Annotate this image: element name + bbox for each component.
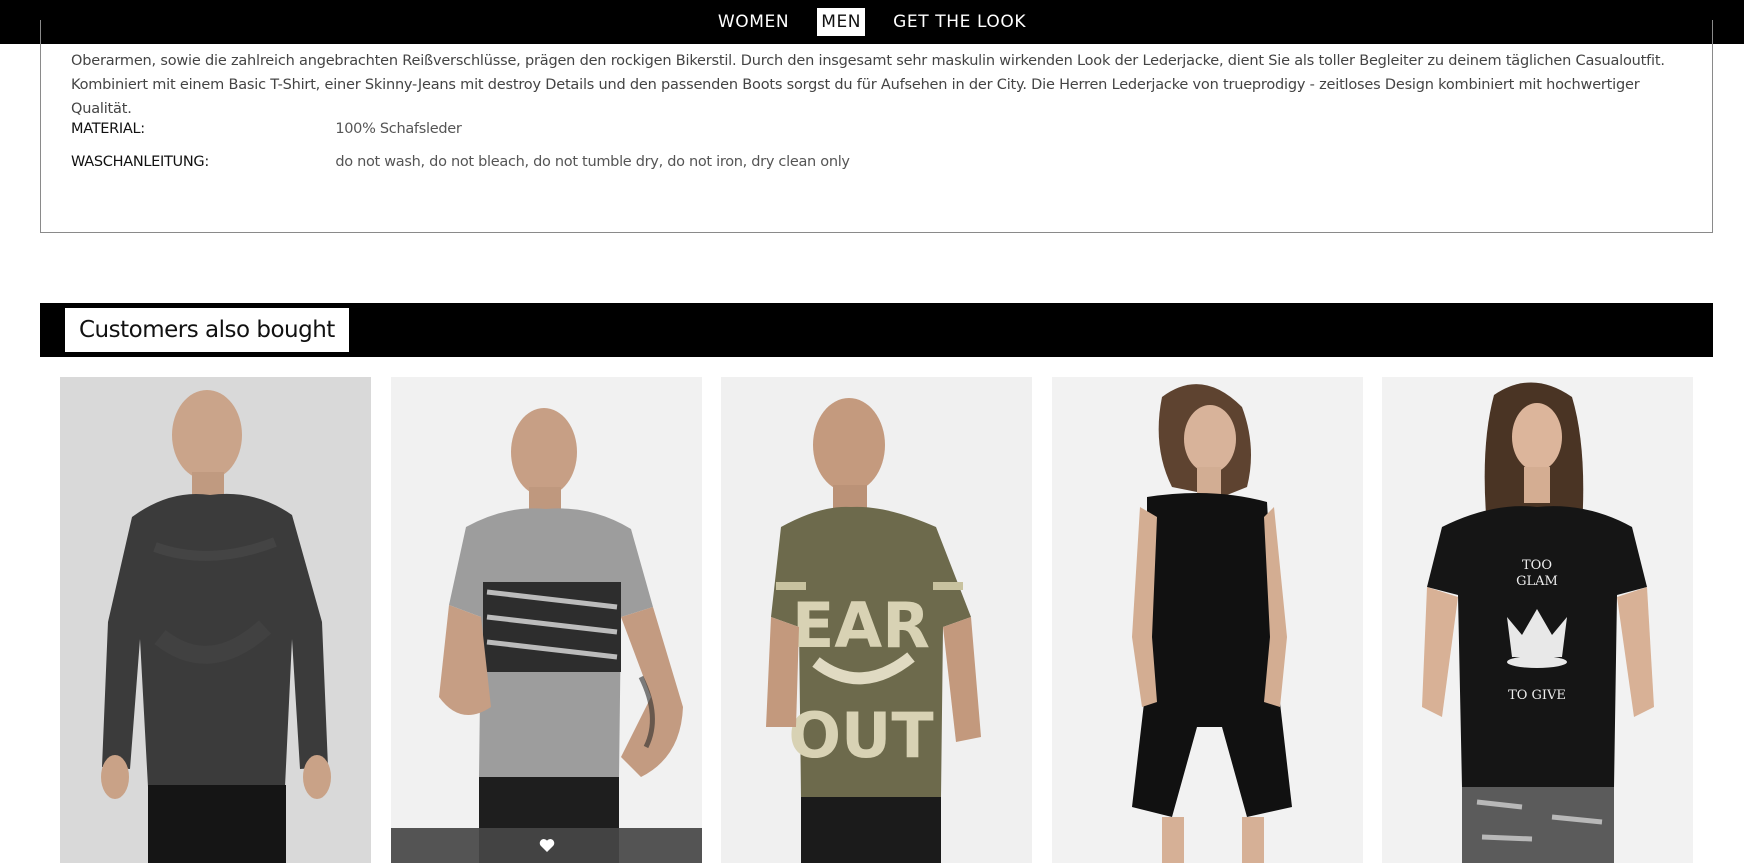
- material-label: MATERIAL:: [71, 121, 145, 137]
- product-card-5[interactable]: TOO GLAM TO GIVE: [1382, 377, 1693, 863]
- product-carousel: EAR OUT TOO GLAM TO GIVE: [60, 377, 1693, 863]
- material-value: 100% Schafsleder: [335, 121, 462, 137]
- customers-also-bought-header: Customers also bought: [40, 303, 1713, 357]
- print-text-top: EAR: [792, 589, 930, 662]
- print-line-2: GLAM: [1516, 574, 1558, 589]
- product-card-2[interactable]: [391, 377, 702, 863]
- print-text-bottom: OUT: [788, 699, 933, 772]
- care-instructions-value: do not wash, do not bleach, do not tumbl…: [335, 154, 850, 170]
- print-line-3: TO GIVE: [1508, 688, 1566, 703]
- product-card-1[interactable]: [60, 377, 371, 863]
- care-instructions-row: WASCHANLEITUNG: do not wash, do not blea…: [71, 154, 850, 170]
- product-image-2: [391, 377, 702, 863]
- material-row: MATERIAL: 100% Schafsleder: [71, 121, 462, 137]
- product-image-5: TOO GLAM TO GIVE: [1382, 377, 1693, 863]
- wishlist-bar[interactable]: [391, 828, 702, 863]
- description-line-1: Oberarmen, sowie die zahlreich angebrach…: [71, 53, 1665, 69]
- heart-icon[interactable]: [539, 838, 555, 853]
- care-instructions-label: WASCHANLEITUNG:: [71, 154, 209, 170]
- product-description-box: Oberarmen, sowie die zahlreich angebrach…: [40, 20, 1713, 233]
- print-line-1: TOO: [1522, 558, 1552, 573]
- product-image-1: [60, 377, 371, 863]
- section-title: Customers also bought: [65, 308, 349, 352]
- product-card-4[interactable]: [1052, 377, 1363, 863]
- product-image-4: [1052, 377, 1363, 863]
- product-card-3[interactable]: EAR OUT: [721, 377, 1032, 863]
- description-line-2: Kombiniert mit einem Basic T-Shirt, eine…: [71, 77, 1640, 117]
- product-image-3: EAR OUT: [721, 377, 1032, 863]
- product-description: Oberarmen, sowie die zahlreich angebrach…: [71, 49, 1691, 121]
